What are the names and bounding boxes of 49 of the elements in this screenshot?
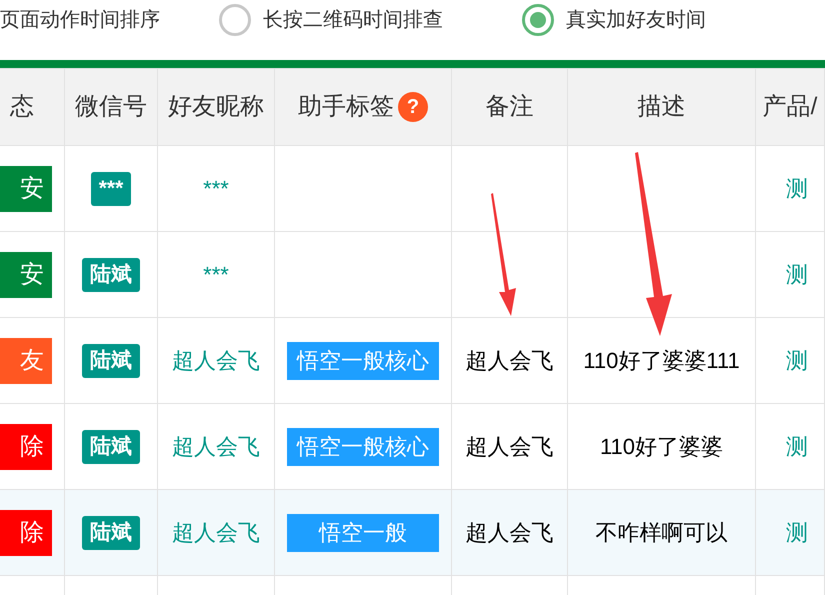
nickname-text: 超人会飞 xyxy=(172,433,260,461)
status-tag: 安 xyxy=(0,166,52,212)
help-icon[interactable]: ? xyxy=(398,92,428,122)
product-link[interactable]: 测 xyxy=(786,258,808,291)
remark-text: 超人会飞 xyxy=(466,433,554,461)
radio-button[interactable] xyxy=(218,4,251,36)
table-row[interactable]: 安 陆斌 *** 测 xyxy=(0,232,825,318)
product-link[interactable]: 测 xyxy=(786,516,808,549)
wechat-tag: 陆斌 xyxy=(82,516,140,550)
table-row[interactable]: 除 陆斌 超人会飞 悟空一般 超人会飞 不咋样啊可以 测 xyxy=(0,490,825,576)
assistant-tag: 悟空一般 xyxy=(287,514,439,552)
product-link[interactable]: 测 xyxy=(786,172,808,205)
description-text: 110好了婆婆 xyxy=(600,433,724,461)
column-header: 好友昵称 xyxy=(168,92,264,122)
radio-button[interactable] xyxy=(522,4,554,36)
remark-text: 超人会飞 xyxy=(466,519,554,547)
table-row[interactable]: 除 陆斌 超人会飞 悟空一般核心 超人会飞 110好了婆婆 测 xyxy=(0,404,825,490)
status-tag: 除 xyxy=(0,510,52,556)
description-text: 110好了婆婆111 xyxy=(583,347,740,375)
table-row[interactable]: 友 陆斌 超人会飞 悟空一般核心 超人会飞 110好了婆婆111 测 xyxy=(0,318,825,404)
wechat-tag: 陆斌 xyxy=(82,430,140,464)
nickname-text: *** xyxy=(203,261,229,289)
nickname-text: 超人会飞 xyxy=(172,347,260,375)
column-header: 产品/ xyxy=(762,92,818,122)
status-tag: 友 xyxy=(0,338,52,384)
wechat-tag: 陆斌 xyxy=(82,344,140,378)
wechat-tag: *** xyxy=(90,172,132,206)
remark-text: 超人会飞 xyxy=(466,347,554,375)
column-header: 微信号 xyxy=(75,92,147,122)
column-header: 助手标签 xyxy=(298,92,394,122)
radio-label: 长按二维码时间排查 xyxy=(262,9,443,31)
product-link[interactable]: 测 xyxy=(786,344,808,377)
status-tag: 安 xyxy=(0,252,52,298)
assistant-tag: 悟空一般核心 xyxy=(287,342,439,380)
nickname-text: *** xyxy=(203,175,229,203)
column-header: 态 xyxy=(10,92,34,122)
description-text: 不咋样啊可以 xyxy=(596,519,728,547)
column-header: 备注 xyxy=(486,92,534,122)
table-row[interactable]: 安 *** *** 测 xyxy=(0,146,825,232)
radio-label: 页面动作时间排序 xyxy=(0,9,160,31)
nickname-text: 超人会飞 xyxy=(172,519,260,547)
status-tag: 除 xyxy=(0,424,52,470)
arrow-icon xyxy=(488,192,518,318)
column-header: 描述 xyxy=(638,92,686,122)
assistant-tag: 悟空一般核心 xyxy=(287,428,439,466)
wechat-tag: 陆斌 xyxy=(82,258,140,292)
product-link[interactable]: 测 xyxy=(786,430,808,463)
radio-label: 真实加好友时间 xyxy=(566,9,706,31)
arrow-icon xyxy=(632,152,674,338)
